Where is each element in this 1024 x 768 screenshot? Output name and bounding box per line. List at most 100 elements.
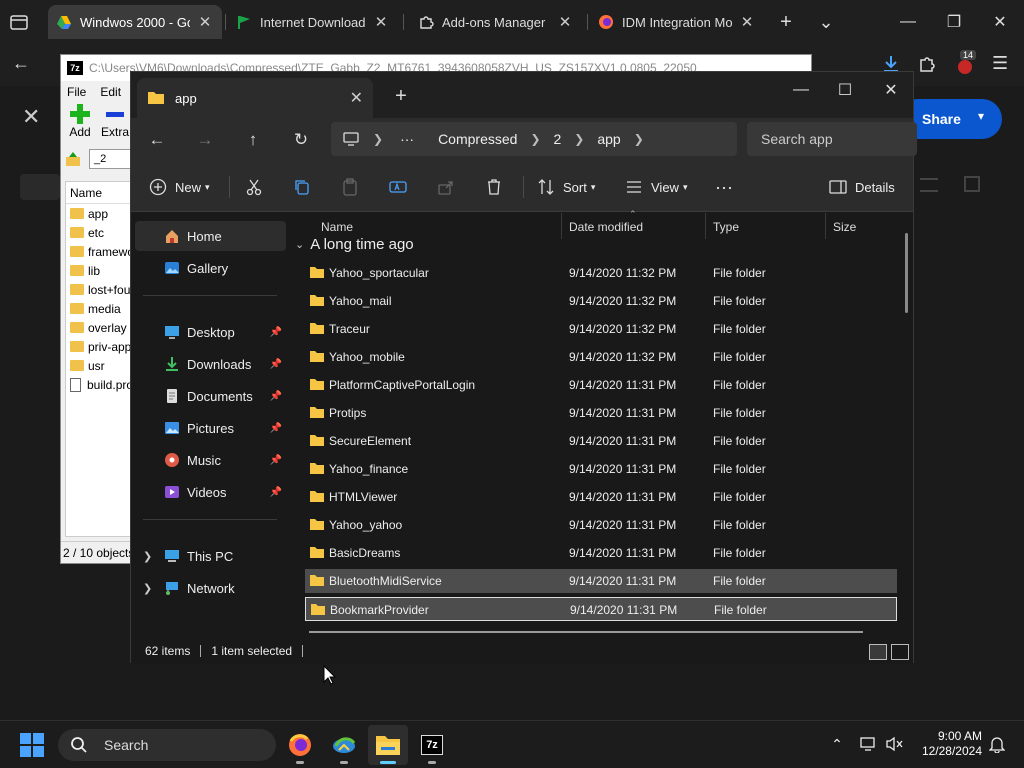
- close-tab-icon[interactable]: ✕: [372, 13, 390, 31]
- taskbar-firefox[interactable]: [280, 725, 320, 765]
- browser-close-button[interactable]: ✕: [980, 8, 1020, 36]
- paste-button[interactable]: [341, 172, 359, 202]
- taskbar-file-explorer[interactable]: [368, 725, 408, 765]
- close-tab-icon[interactable]: ✕: [738, 13, 756, 31]
- list-item[interactable]: build.pro: [66, 375, 130, 394]
- addon-badge-button[interactable]: 14: [954, 50, 977, 76]
- start-button[interactable]: [20, 733, 44, 762]
- new-button[interactable]: New ▾: [149, 172, 210, 202]
- taskbar-idm[interactable]: [324, 725, 364, 765]
- pin-icon[interactable]: 📌: [270, 487, 282, 498]
- close-icon[interactable]: ✕: [22, 104, 40, 130]
- file-row[interactable]: Protips 9/14/2020 11:31 PM File folder: [305, 401, 897, 425]
- nav-music[interactable]: Music 📌: [135, 445, 286, 475]
- chevron-right-icon[interactable]: ❯: [530, 132, 540, 146]
- delete-button[interactable]: [485, 172, 503, 202]
- tab-list-button[interactable]: ⌄: [806, 8, 846, 36]
- nav-gallery[interactable]: Gallery: [135, 253, 286, 283]
- list-item[interactable]: lost+fou: [66, 280, 130, 299]
- file-row[interactable]: Yahoo_finance 9/14/2020 11:31 PM File fold…: [305, 457, 897, 481]
- close-tab-icon[interactable]: ✕: [350, 88, 363, 108]
- large-icons-view-icon[interactable]: [891, 644, 909, 660]
- add-button[interactable]: Add: [69, 103, 91, 139]
- file-row[interactable]: Yahoo_sportacular 9/14/2020 11:32 PM File …: [305, 261, 897, 285]
- sort-button[interactable]: Sort ▾: [537, 172, 595, 202]
- tab-actions-icon[interactable]: [8, 11, 30, 33]
- nav-home[interactable]: Home: [135, 221, 286, 251]
- back-button[interactable]: ←: [143, 126, 171, 154]
- column-separator[interactable]: [705, 213, 706, 239]
- chevron-up-icon[interactable]: ⌃: [826, 733, 848, 755]
- chevron-right-icon[interactable]: ❯: [143, 550, 152, 563]
- file-row[interactable]: Yahoo_yahoo 9/14/2020 11:31 PM File folder: [305, 513, 897, 537]
- explorer-tab-app[interactable]: app ✕: [137, 78, 373, 118]
- close-tab-icon[interactable]: ✕: [196, 13, 214, 31]
- grid-view-icon[interactable]: [964, 176, 980, 192]
- column-header-size[interactable]: Size: [827, 213, 856, 241]
- list-item[interactable]: etc: [66, 223, 130, 242]
- vertical-scrollbar[interactable]: [905, 233, 908, 313]
- list-item[interactable]: overlay: [66, 318, 130, 337]
- nav-pictures[interactable]: Pictures 📌: [135, 413, 286, 443]
- network-status-icon[interactable]: [858, 733, 880, 755]
- column-header-type[interactable]: Type: [707, 213, 739, 241]
- breadcrumb-2[interactable]: 2: [554, 131, 562, 147]
- refresh-button[interactable]: ↻: [287, 126, 315, 154]
- more-options-button[interactable]: ···: [715, 172, 733, 202]
- breadcrumb-app[interactable]: app: [597, 131, 620, 147]
- browser-back-button[interactable]: ←: [12, 53, 30, 74]
- extensions-icon[interactable]: [918, 54, 938, 79]
- list-item[interactable]: app: [66, 204, 130, 223]
- details-view-icon[interactable]: [869, 644, 887, 660]
- nav-this-pc[interactable]: ❯ This PC: [135, 541, 286, 571]
- list-item[interactable]: usr: [66, 356, 130, 375]
- pin-icon[interactable]: 📌: [270, 327, 282, 338]
- forward-button[interactable]: →: [191, 126, 219, 154]
- list-view-icon[interactable]: [920, 178, 938, 192]
- pin-icon[interactable]: 📌: [270, 359, 282, 370]
- file-row[interactable]: PlatformCaptivePortalLogin 9/14/2020 11:3…: [305, 373, 897, 397]
- column-header-date[interactable]: Date modified: [563, 213, 643, 241]
- close-tab-icon[interactable]: ✕: [556, 13, 574, 31]
- view-button[interactable]: View ▾: [625, 172, 687, 202]
- rename-button[interactable]: [389, 172, 407, 202]
- pin-icon[interactable]: 📌: [270, 423, 282, 434]
- horizontal-scrollbar[interactable]: [309, 631, 863, 633]
- file-row[interactable]: HTMLViewer 9/14/2020 11:31 PM File folder: [305, 485, 897, 509]
- list-item[interactable]: lib: [66, 261, 130, 280]
- nav-videos[interactable]: Videos 📌: [135, 477, 286, 507]
- group-header[interactable]: ⌄ A long time ago: [295, 236, 414, 253]
- column-separator[interactable]: [825, 213, 826, 239]
- list-item[interactable]: media: [66, 299, 130, 318]
- up-folder-icon[interactable]: [65, 151, 81, 167]
- taskbar-search-box[interactable]: Search: [58, 729, 276, 761]
- column-separator[interactable]: [561, 213, 562, 239]
- menu-edit[interactable]: Edit: [100, 85, 121, 99]
- chevron-down-icon[interactable]: ⌄: [295, 238, 304, 251]
- file-row[interactable]: BasicDreams 9/14/2020 11:31 PM File folder: [305, 541, 897, 565]
- notifications-bell-icon[interactable]: [986, 733, 1008, 755]
- browser-tab-google[interactable]: Windwos 2000 - Googl ✕: [48, 5, 222, 39]
- address-bar[interactable]: ❯ ··· Compressed ❯ 2 ❯ app ❯: [331, 122, 737, 156]
- breadcrumb-compressed[interactable]: Compressed: [438, 131, 517, 147]
- explorer-close-button[interactable]: ✕: [869, 76, 913, 104]
- list-item[interactable]: framewo: [66, 242, 130, 261]
- share-dropdown-icon[interactable]: ▾: [978, 109, 984, 123]
- taskbar-7zip[interactable]: 7z: [412, 725, 452, 765]
- browser-tab-idm[interactable]: Internet Download Ma ✕: [228, 5, 398, 39]
- browser-minimize-button[interactable]: —: [888, 8, 928, 36]
- nav-desktop[interactable]: Desktop 📌: [135, 317, 286, 347]
- chevron-right-icon[interactable]: ❯: [574, 132, 584, 146]
- pin-icon[interactable]: 📌: [270, 455, 282, 466]
- browser-tab-addons[interactable]: Add-ons Manager ✕: [410, 5, 582, 39]
- browser-tab-idm-module[interactable]: IDM Integration Modul ✕: [590, 5, 764, 39]
- chevron-right-icon[interactable]: ❯: [373, 132, 383, 146]
- search-input[interactable]: Search app: [747, 122, 917, 156]
- file-row[interactable]: SecureElement 9/14/2020 11:31 PM File fold…: [305, 429, 897, 453]
- share-file-button[interactable]: [437, 172, 455, 202]
- chevron-right-icon[interactable]: ❯: [634, 132, 644, 146]
- file-row[interactable]: BookmarkProvider 9/14/2020 11:31 PM File f…: [305, 597, 897, 621]
- system-clock[interactable]: 9:00 AM 12/28/2024: [910, 729, 982, 759]
- extract-button[interactable]: Extra: [101, 103, 129, 139]
- file-row[interactable]: BluetoothMidiService 9/14/2020 11:31 PM Fi…: [305, 569, 897, 593]
